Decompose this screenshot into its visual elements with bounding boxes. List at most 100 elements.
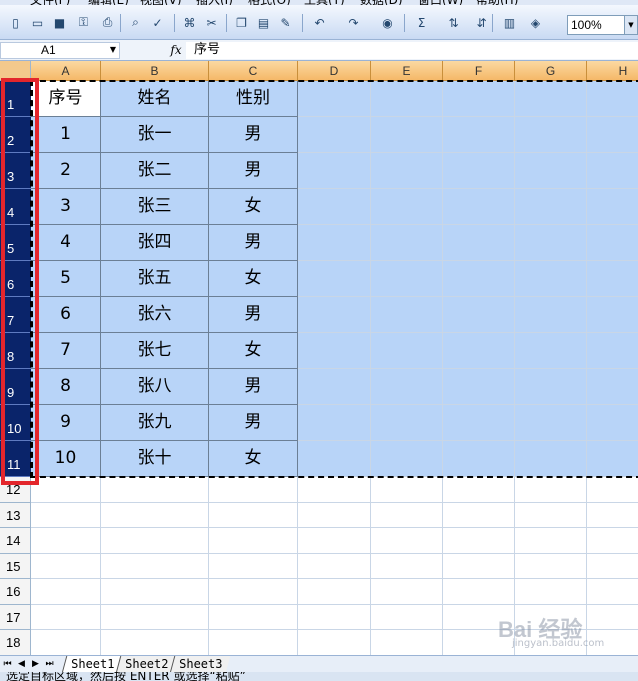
table-cell[interactable]: 10 — [31, 441, 101, 477]
table-cell[interactable]: 2 — [31, 153, 101, 189]
table-cell[interactable]: 3 — [31, 189, 101, 225]
row-header-12[interactable]: 12 — [0, 477, 31, 503]
redo-icon[interactable]: ↷ — [346, 15, 361, 30]
row-header-9[interactable]: 9 — [0, 369, 31, 405]
sheet-tab-sheet3[interactable]: Sheet3 — [169, 656, 231, 673]
table-cell[interactable]: 张十 — [101, 441, 209, 477]
sheet-tab-sheet1[interactable]: Sheet1 — [61, 656, 123, 673]
copy-icon[interactable]: ❐ — [234, 15, 249, 30]
sheet-tab-label: Sheet1 — [71, 657, 115, 671]
row-header-17[interactable]: 17 — [0, 604, 31, 630]
table-cell[interactable]: 男 — [209, 117, 298, 153]
toolbar-separator — [404, 14, 405, 32]
table-cell[interactable]: 张一 — [101, 117, 209, 153]
zoom-dropdown-arrow[interactable]: ▼ — [624, 15, 638, 35]
table-cell[interactable]: 姓名 — [101, 81, 209, 117]
table-cell[interactable]: 张七 — [101, 333, 209, 369]
next-sheet-icon[interactable]: ▶ — [30, 658, 41, 671]
table-cell[interactable]: 张五 — [101, 261, 209, 297]
table-cell[interactable]: 9 — [31, 405, 101, 441]
row-header-11[interactable]: 11 — [0, 441, 31, 477]
table-cell[interactable]: 5 — [31, 261, 101, 297]
table-cell[interactable]: 1 — [31, 117, 101, 153]
table-cell[interactable]: 张九 — [101, 405, 209, 441]
hyperlink-icon[interactable]: ◉ — [380, 15, 395, 30]
sort-desc-icon[interactable]: ⇵ — [474, 15, 489, 30]
toolbar-separator — [174, 14, 175, 32]
column-header-g[interactable]: G — [515, 61, 587, 81]
print-preview-icon[interactable]: ⌕ — [128, 15, 143, 30]
table-cell[interactable]: 张三 — [101, 189, 209, 225]
table-cell[interactable]: 8 — [31, 369, 101, 405]
select-all-corner[interactable] — [0, 61, 31, 81]
drawing-icon[interactable]: ◈ — [528, 15, 543, 30]
new-icon[interactable]: ▯ — [8, 15, 23, 30]
formula-input[interactable]: 序号 — [186, 42, 638, 59]
first-sheet-icon[interactable]: ⏮ — [2, 658, 13, 671]
autosum-icon[interactable]: Σ — [414, 15, 429, 30]
row-header-5[interactable]: 5 — [0, 225, 31, 261]
table-cell[interactable]: 女 — [209, 441, 298, 477]
open-icon[interactable]: ▭ — [30, 15, 45, 30]
active-cell-a1[interactable]: 序号 — [31, 81, 101, 117]
row-header-1[interactable]: 1 — [0, 81, 31, 117]
undo-icon[interactable]: ↶ — [312, 15, 327, 30]
last-sheet-icon[interactable]: ⏭ — [44, 658, 55, 671]
table-cell[interactable]: 张二 — [101, 153, 209, 189]
name-box[interactable]: A1 — [0, 42, 120, 59]
table-cell[interactable]: 男 — [209, 297, 298, 333]
row-header-2[interactable]: 2 — [0, 117, 31, 153]
table-cell[interactable]: 7 — [31, 333, 101, 369]
table-cell[interactable]: 女 — [209, 189, 298, 225]
row-header-13[interactable]: 13 — [0, 502, 31, 528]
column-header-f[interactable]: F — [443, 61, 515, 81]
paste-icon[interactable]: ▤ — [256, 15, 271, 30]
row-header-10[interactable]: 10 — [0, 405, 31, 441]
zoom-combo[interactable]: 100% — [567, 15, 625, 35]
table-cell[interactable]: 张四 — [101, 225, 209, 261]
table-cell[interactable]: 男 — [209, 153, 298, 189]
gridline-horizontal — [31, 501, 638, 503]
save-icon[interactable]: ■ — [52, 15, 67, 30]
spellcheck-icon[interactable]: ✓ — [150, 15, 165, 30]
row-header-14[interactable]: 14 — [0, 528, 31, 554]
table-cell[interactable]: 男 — [209, 405, 298, 441]
table-cell[interactable]: 张八 — [101, 369, 209, 405]
name-box-dropdown-icon[interactable]: ▼ — [106, 42, 120, 59]
research-icon[interactable]: ⌘ — [182, 15, 197, 30]
table-cell[interactable]: 性别 — [209, 81, 298, 117]
chart-icon[interactable]: ▥ — [502, 15, 517, 30]
table-cell[interactable]: 6 — [31, 297, 101, 333]
row-header-15[interactable]: 15 — [0, 553, 31, 579]
column-header-d[interactable]: D — [298, 61, 371, 81]
row-header-4[interactable]: 4 — [0, 189, 31, 225]
table-cell[interactable]: 4 — [31, 225, 101, 261]
toolbar-separator — [492, 14, 493, 32]
row-header-3[interactable]: 3 — [0, 153, 31, 189]
cut-icon[interactable]: ✂ — [204, 15, 219, 30]
table-cell[interactable]: 张六 — [101, 297, 209, 333]
format-painter-icon[interactable]: ✎ — [278, 15, 293, 30]
row-header-7[interactable]: 7 — [0, 297, 31, 333]
column-header-c[interactable]: C — [209, 61, 298, 81]
table-cell[interactable]: 男 — [209, 369, 298, 405]
sort-asc-icon[interactable]: ⇅ — [446, 15, 461, 30]
row-header-16[interactable]: 16 — [0, 579, 31, 605]
print-icon[interactable]: ⎙ — [100, 15, 115, 30]
row-header-8[interactable]: 8 — [0, 333, 31, 369]
insert-function-icon[interactable]: fx — [168, 42, 184, 59]
worksheet-grid[interactable]: A B C D E F G H 1 2 3 4 5 6 7 8 9 10 11 12 13 14 15 16 17 18 序号 姓名性… — [0, 61, 638, 655]
table-cell[interactable]: 女 — [209, 261, 298, 297]
row-header-6[interactable]: 6 — [0, 261, 31, 297]
permission-icon[interactable]: ⚿ — [76, 15, 91, 30]
column-header-h[interactable]: H — [587, 61, 638, 81]
row-header-18[interactable]: 18 — [0, 630, 31, 655]
table-cell[interactable]: 女 — [209, 333, 298, 369]
column-header-e[interactable]: E — [371, 61, 443, 81]
sheet-tab-sheet2[interactable]: Sheet2 — [115, 656, 177, 673]
table-cell[interactable]: 男 — [209, 225, 298, 261]
column-header-b[interactable]: B — [101, 61, 209, 81]
gridline-horizontal — [31, 552, 638, 554]
column-header-a[interactable]: A — [31, 61, 101, 81]
prev-sheet-icon[interactable]: ◀ — [16, 658, 27, 671]
